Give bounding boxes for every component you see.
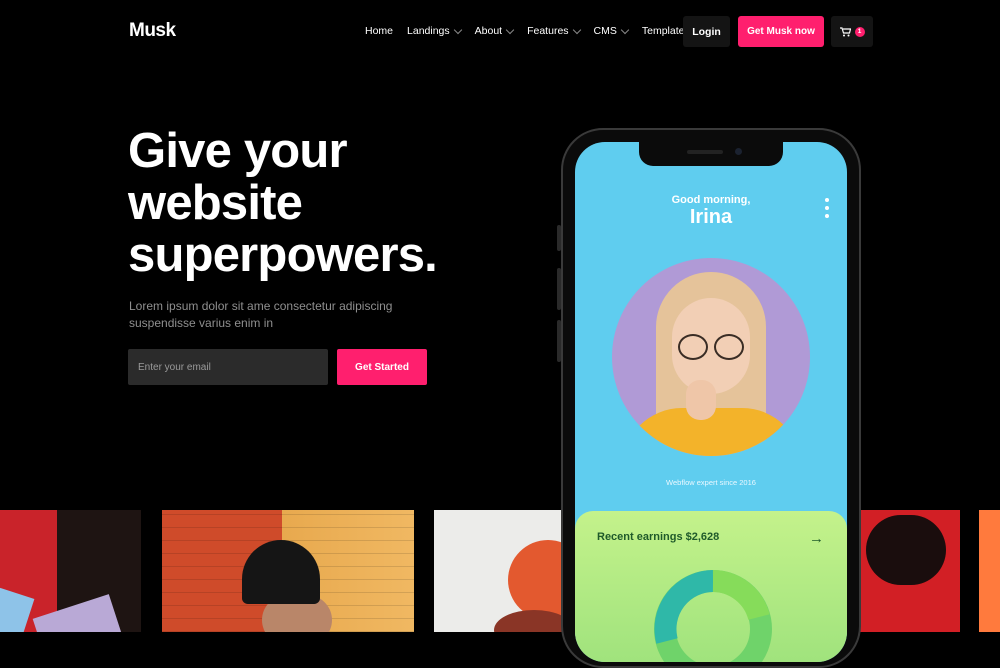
phone-notch [639, 142, 783, 166]
chevron-down-icon [572, 25, 581, 34]
more-options-icon[interactable] [825, 198, 829, 222]
nav-label: CMS [593, 25, 617, 37]
arrow-right-icon[interactable]: → [809, 530, 824, 547]
cart-button[interactable]: 1 [831, 16, 873, 47]
login-button[interactable]: Login [683, 16, 730, 47]
gallery-photo [162, 510, 414, 632]
earnings-donut-chart [654, 570, 772, 662]
gallery-photo [0, 510, 141, 632]
hero-title: Give your website superpowers. [128, 124, 438, 282]
nav-label: Home [365, 25, 394, 37]
chevron-down-icon [453, 25, 462, 34]
chevron-down-icon [505, 25, 515, 34]
chevron-down-icon [620, 25, 630, 34]
nav-item-landings[interactable]: Landings [407, 25, 462, 37]
user-name: Irina [689, 206, 733, 228]
nav-label: Features [527, 25, 569, 37]
hero-title-line: Give your [128, 124, 348, 178]
nav-label: Landings [407, 25, 450, 37]
profile-caption: Webflow expert since 2016 [666, 478, 756, 487]
phone-mockup: Good morning, Irina Webflow expert since… [561, 128, 861, 668]
nav-item-about[interactable]: About [474, 25, 515, 37]
hero-subtitle: Lorem ipsum dolor sit ame consectetur ad… [129, 299, 393, 330]
earnings-card[interactable]: Recent earnings $2,628 → [575, 511, 847, 662]
gallery-photo [979, 510, 1000, 632]
cart-count-badge: 1 [854, 26, 865, 37]
nav-item-cms[interactable]: CMS [593, 25, 630, 37]
camera-icon [735, 148, 742, 155]
nav-label: Template [641, 25, 685, 37]
hero-title-line: superpowers. [128, 228, 438, 282]
nav-label: About [474, 25, 503, 37]
main-nav: Home Landings About Features CMS Templat… [365, 25, 697, 37]
phone-screen: Good morning, Irina Webflow expert since… [575, 142, 847, 662]
get-musk-button[interactable]: Get Musk now [738, 16, 824, 47]
earnings-label: Recent earnings $2,628 [597, 531, 720, 543]
hero-title-line: website [128, 176, 303, 230]
get-started-button[interactable]: Get Started [337, 349, 427, 385]
gallery-photo [434, 510, 564, 632]
speaker [687, 150, 723, 154]
nav-item-home[interactable]: Home [365, 25, 393, 37]
cart-icon [839, 26, 851, 36]
avatar [612, 258, 810, 456]
logo[interactable]: Musk [129, 20, 176, 42]
greeting-text: Good morning, [671, 194, 751, 206]
nav-item-features[interactable]: Features [527, 25, 581, 37]
email-field[interactable] [128, 349, 328, 385]
